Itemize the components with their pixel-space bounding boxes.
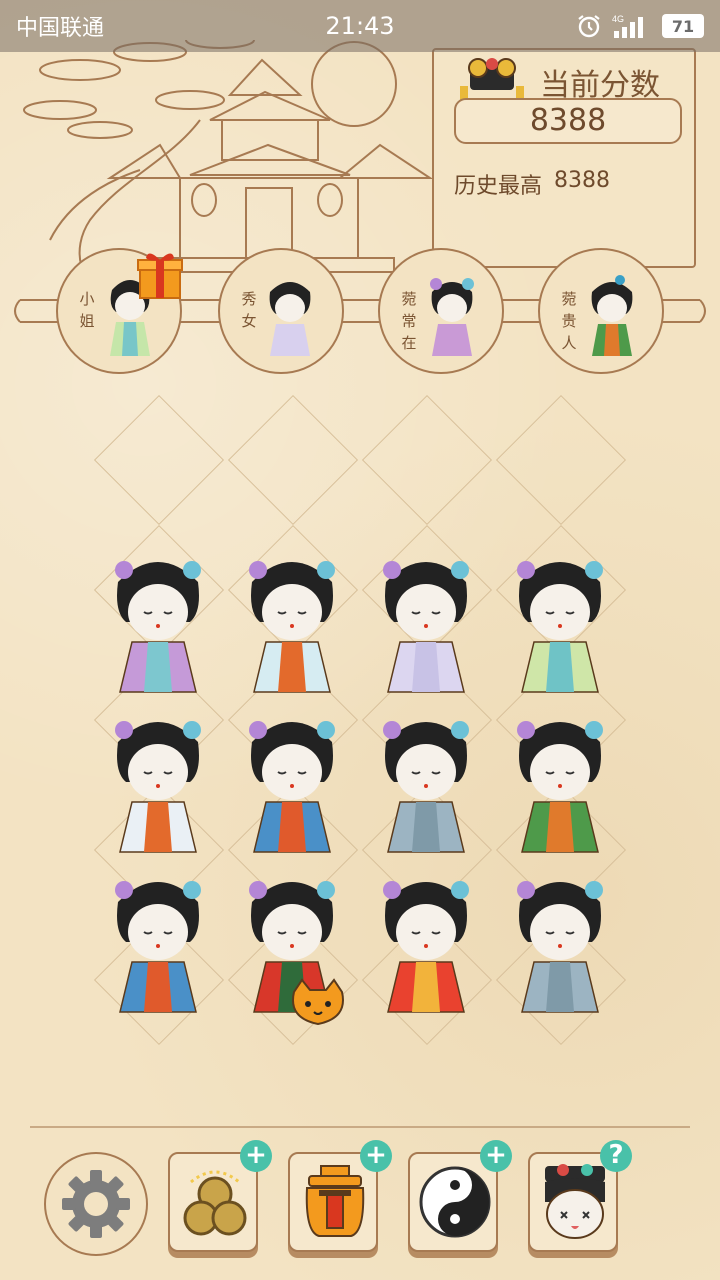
doll-piece[interactable]: [98, 862, 218, 1022]
doll-piece[interactable]: [98, 542, 218, 702]
best-score-row: 历史最高 8388: [454, 168, 610, 200]
rank-label: 菀贵人: [561, 290, 577, 352]
best-score-value: 8388: [554, 168, 611, 193]
add-yin-yang-badge[interactable]: +: [480, 1140, 512, 1172]
current-score-value: 8388: [454, 98, 682, 144]
doll-rank-4: [591, 275, 633, 356]
board-cell[interactable]: [495, 394, 627, 526]
doll-piece[interactable]: [500, 542, 620, 702]
help-badge[interactable]: ?: [600, 1140, 632, 1172]
doll-rank-2: [269, 282, 311, 356]
doll-piece[interactable]: [366, 702, 486, 862]
rank-circle-2[interactable]: 秀女: [218, 248, 344, 374]
doll-piece[interactable]: [232, 542, 352, 702]
status-bar: 中国联通 21:43 4G 71: [0, 0, 720, 52]
rank-label: 菀常在: [401, 290, 417, 352]
yin-yang-tool-button[interactable]: +: [408, 1140, 512, 1252]
doll-piece[interactable]: [232, 702, 352, 862]
add-coins-badge[interactable]: +: [240, 1140, 272, 1172]
alarm-icon: [578, 15, 600, 38]
score-panel: 当前分数 8388 历史最高 8388: [432, 48, 696, 268]
coins-icon: [183, 1170, 247, 1236]
carrier-label: 中国联通: [16, 16, 105, 41]
game-board[interactable]: [92, 392, 632, 1046]
doll-piece[interactable]: [500, 702, 620, 862]
coins-tool-button[interactable]: +: [168, 1140, 272, 1252]
rank-label: 秀女: [241, 290, 257, 330]
rank-circle-3[interactable]: 菀常在: [378, 248, 504, 374]
board-cell[interactable]: [93, 394, 225, 526]
help-tool-button[interactable]: ?: [528, 1140, 632, 1252]
board-cell[interactable]: [227, 394, 359, 526]
cat-icon: [292, 978, 344, 1026]
add-lantern-badge[interactable]: +: [360, 1140, 392, 1172]
gear-icon: [62, 1170, 130, 1238]
headdress-icon: [460, 58, 524, 100]
rank-label: 小姐: [79, 290, 95, 330]
board-cell[interactable]: [361, 394, 493, 526]
signal-icon: 4G: [612, 14, 643, 38]
best-score-label: 历史最高: [454, 174, 543, 199]
doll-rank-3: [430, 278, 474, 356]
doll-face-icon: [545, 1164, 605, 1239]
toolbar-divider: [30, 1126, 690, 1128]
doll-piece[interactable]: [366, 542, 486, 702]
network-label: 4G: [612, 14, 624, 24]
gift-icon[interactable]: [136, 248, 184, 300]
yin-yang-icon: [419, 1166, 491, 1238]
doll-piece[interactable]: [98, 702, 218, 862]
lantern-tool-button[interactable]: +: [288, 1140, 392, 1252]
doll-piece[interactable]: [366, 862, 486, 1022]
lantern-icon: [305, 1165, 365, 1237]
doll-piece[interactable]: [500, 862, 620, 1022]
battery-indicator: 71: [662, 14, 704, 38]
rank-circle-4[interactable]: 菀贵人: [538, 248, 664, 374]
settings-button[interactable]: [44, 1152, 148, 1256]
